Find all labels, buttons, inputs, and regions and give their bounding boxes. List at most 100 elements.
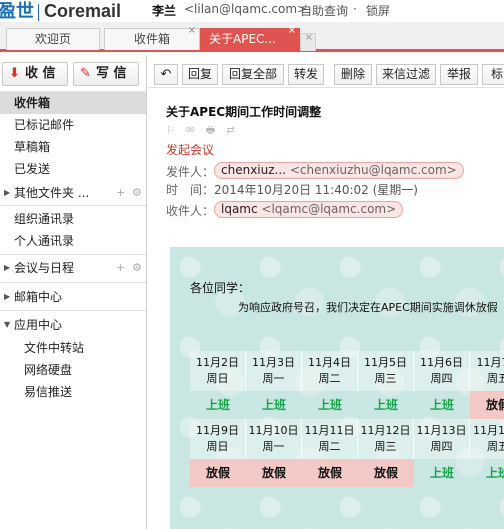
mark-button[interactable]: 标 xyxy=(482,64,504,85)
status-badge: 上班 xyxy=(317,398,342,412)
sidebar-item-label: 应用中心 xyxy=(14,318,63,332)
sent-time: 2014年10月20日 11:40:02 (星期一) xyxy=(214,183,418,197)
calendar-day: 11月12日 周三 xyxy=(358,419,414,459)
calendar-day: 11月11日 周二 xyxy=(302,419,358,459)
top-header: 盈世 Coremail 李兰 <lilan@lqamc.com> 自助查询 · 锁… xyxy=(0,0,504,22)
to-label: 收件人： xyxy=(166,204,215,218)
expand-arrow-icon[interactable]: ▶ xyxy=(4,257,10,279)
status-badge: 上班 xyxy=(429,398,454,412)
close-icon[interactable]: × xyxy=(305,32,313,44)
sidebar-divider xyxy=(0,282,146,283)
status-badge: 上班 xyxy=(485,466,504,480)
sidebar-item-label: 组织通讯录 xyxy=(14,212,75,226)
start-meeting-link[interactable]: 发起会议 xyxy=(166,141,214,158)
calendar-day: 11月14日周五 xyxy=(470,419,504,459)
sidebar-item-label: 已标记邮件 xyxy=(14,118,75,132)
forward-button[interactable]: 转发 xyxy=(288,64,324,85)
sidebar-item-org-contacts[interactable]: 组织通讯录 xyxy=(0,208,146,230)
lock-screen-link[interactable]: 锁屏 xyxy=(366,2,390,19)
recipient-email: <lqamc@lqamc.com> xyxy=(261,202,397,216)
sidebar-item-label: 会议与日程 xyxy=(14,261,75,275)
status-badge: 放假 xyxy=(246,459,302,487)
status-badge: 上班 xyxy=(429,466,454,480)
sidebar-item-flagged[interactable]: 已标记邮件 xyxy=(0,114,146,136)
collapse-arrow-icon[interactable]: ▼ xyxy=(4,314,10,336)
sidebar-item-mailbox-center[interactable]: ▶ 邮箱中心 xyxy=(0,286,146,308)
close-icon[interactable]: × xyxy=(188,25,196,37)
sidebar-item-meetings[interactable]: ▶ 会议与日程 + ⚙ xyxy=(0,257,146,279)
reply-all-button[interactable]: 回复全部 xyxy=(222,64,284,85)
sidebar-item-sent[interactable]: 已发送 xyxy=(0,158,146,180)
calendar-day: 11月3日 周一 xyxy=(246,351,302,391)
sidebar-item-personal-contacts[interactable]: 个人通讯录 xyxy=(0,230,146,252)
sidebar-item-label: 文件中转站 xyxy=(24,341,85,355)
sidebar-item-label: 收件箱 xyxy=(14,96,51,110)
sidebar: ⬇ 收 信 ✎ 写 信 收件箱 已标记邮件 草稿箱 已发送 ▶ 其他文件夹 ..… xyxy=(0,55,147,529)
notice-text: 为响应政府号召，我们决定在APEC期间实施调休放假 xyxy=(238,301,498,314)
calendar-day: 11月7日周五 xyxy=(470,351,504,391)
message-subject: 关于APEC期间工作时间调整 xyxy=(166,105,322,119)
tab-welcome[interactable]: 欢迎页 xyxy=(6,28,100,50)
user-name: 李兰 xyxy=(152,4,177,18)
compose-row: ⬇ 收 信 ✎ 写 信 xyxy=(0,55,146,92)
header-separator-dot: · xyxy=(353,2,357,16)
expand-arrow-icon[interactable]: ▶ xyxy=(4,182,10,204)
sender-chip[interactable]: chenxiuz... <chenxiuzhu@lqamc.com> xyxy=(214,162,464,179)
from-label: 发件人： xyxy=(166,165,215,179)
sidebar-item-other-folders[interactable]: ▶ 其他文件夹 ... + ⚙ xyxy=(0,182,146,204)
sidebar-item-label: 个人通讯录 xyxy=(14,234,75,248)
report-spam-button[interactable]: 举报 xyxy=(440,64,478,85)
self-service-link[interactable]: 自助查询 xyxy=(300,2,348,19)
gear-icon[interactable]: ⚙ xyxy=(132,257,142,279)
sidebar-item-yixin-push[interactable]: 易信推送 xyxy=(0,381,146,403)
sidebar-item-drafts[interactable]: 草稿箱 xyxy=(0,136,146,158)
add-icon[interactable]: + xyxy=(116,257,125,279)
status-badge: 放假 xyxy=(470,391,504,419)
back-button[interactable]: ↶ xyxy=(154,64,178,85)
gear-icon[interactable]: ⚙ xyxy=(132,182,142,204)
status-badge: 上班 xyxy=(205,398,230,412)
sidebar-item-label: 已发送 xyxy=(14,162,51,176)
tab-label: 欢迎页 xyxy=(34,32,71,46)
pencil-icon: ✎ xyxy=(80,66,91,81)
brand-cut-text: 盈世 xyxy=(0,1,34,22)
tab-label: 关于APEC... xyxy=(209,32,276,46)
recipient-chip[interactable]: lqamc <lqamc@lqamc.com> xyxy=(214,201,404,218)
sidebar-item-network-disk[interactable]: 网络硬盘 xyxy=(0,359,146,381)
tab-inbox[interactable]: 收件箱 × xyxy=(104,25,200,50)
status-badge: 上班 xyxy=(261,398,286,412)
delete-button[interactable]: 删除 xyxy=(334,64,372,85)
incoming-filter-button[interactable]: 来信过滤 xyxy=(376,64,436,85)
brand-name: Coremail xyxy=(44,1,122,21)
add-icon[interactable]: + xyxy=(116,182,125,204)
receive-mail-button[interactable]: ⬇ 收 信 xyxy=(2,62,68,86)
tab-label: 收件箱 xyxy=(133,32,170,46)
sidebar-item-inbox[interactable]: 收件箱 xyxy=(0,92,146,114)
calendar-day: 11月13日 周四 xyxy=(414,419,470,459)
recipient-name: lqamc xyxy=(221,202,258,216)
write-mail-button[interactable]: ✎ 写 信 xyxy=(73,62,139,86)
status-badge: 上班 xyxy=(373,398,398,412)
expand-arrow-icon[interactable]: ▶ xyxy=(4,286,10,308)
sidebar-item-label: 邮箱中心 xyxy=(14,290,63,304)
sidebar-item-label: 易信推送 xyxy=(24,385,73,399)
sidebar-item-file-transfer[interactable]: 文件中转站 xyxy=(0,337,146,359)
sidebar-item-label: 其他文件夹 ... xyxy=(14,186,90,200)
status-badge: 放假 xyxy=(302,459,358,487)
sidebar-divider xyxy=(0,254,146,255)
reply-button[interactable]: 回复 xyxy=(182,64,218,85)
message-body: 各位同学： 为响应政府号召，我们决定在APEC期间实施调休放假 11月2日 周日 … xyxy=(170,247,504,529)
tab-apec-message[interactable]: 关于APEC... × xyxy=(200,25,300,50)
calendar-day: 11月6日 周四 xyxy=(414,351,470,391)
tab-blank[interactable]: × xyxy=(300,32,316,51)
close-icon[interactable]: × xyxy=(288,25,296,37)
tab-strip: 欢迎页 收件箱 × 关于APEC... × × xyxy=(0,22,504,52)
write-label: 写 信 xyxy=(96,66,127,81)
time-label: 时 间： xyxy=(166,183,215,197)
message-action-icons[interactable]: ⚐ ✉ 🖶 ⇄ xyxy=(166,123,239,140)
brand-separator xyxy=(38,3,39,21)
sidebar-item-app-center[interactable]: ▼ 应用中心 xyxy=(0,314,146,336)
calendar-day: 11月5日 周三 xyxy=(358,351,414,391)
calendar-day: 11月4日 周二 xyxy=(302,351,358,391)
download-icon: ⬇ xyxy=(9,66,20,81)
